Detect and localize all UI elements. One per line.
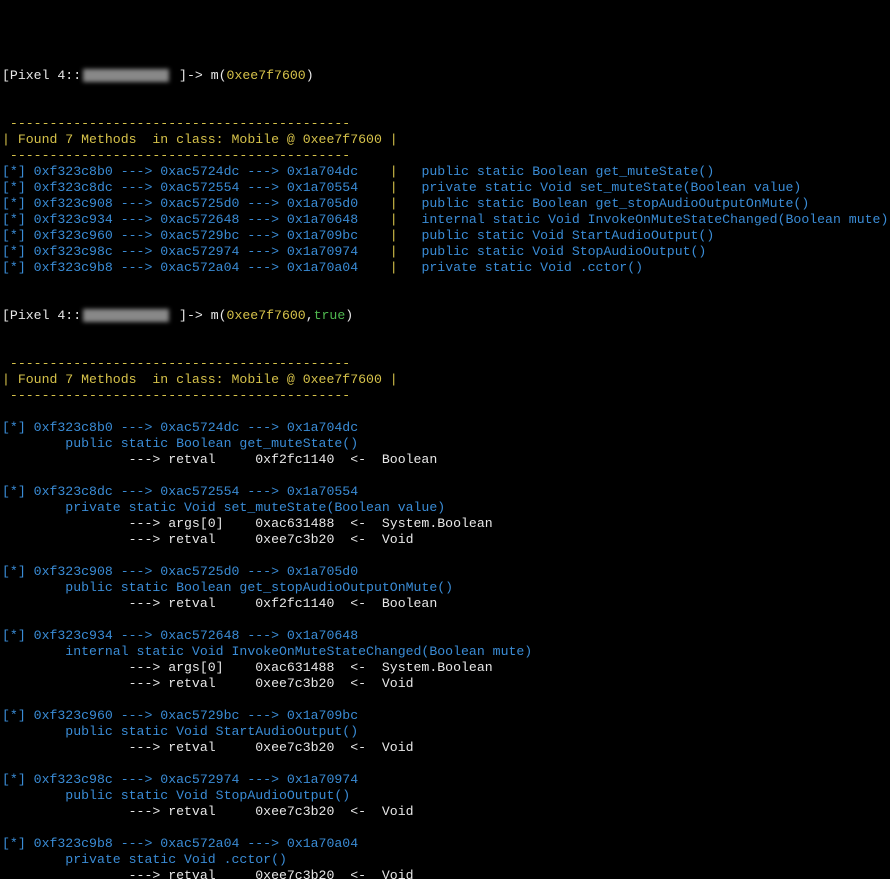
terminal-output: [Pixel 4:: ]-> m(0xee7f7600) -----------… — [2, 68, 890, 879]
